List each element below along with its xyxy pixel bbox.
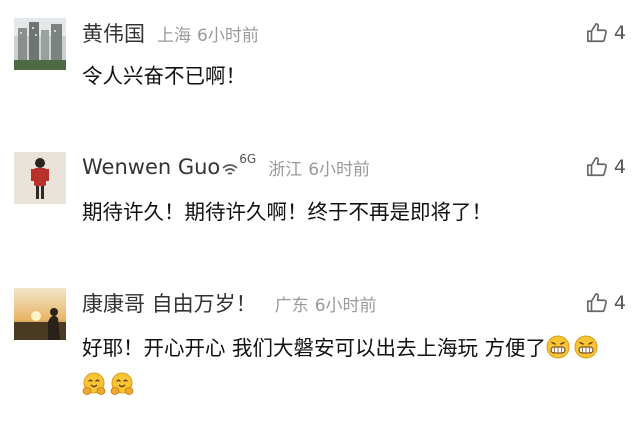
location: 上海	[157, 25, 191, 46]
username[interactable]: Wenwen Guo	[82, 155, 220, 179]
grinning-face-emoji-icon	[546, 334, 570, 359]
comment-meta: 康康哥 自由万岁！ 广东 6小时前	[82, 288, 377, 318]
network-label: 6G	[239, 152, 257, 166]
comment-meta: 黄伟国 上海 6小时前	[82, 18, 259, 48]
comment-text: 期待许久！期待许久啊！终于不再是即将了！	[82, 200, 492, 224]
avatar[interactable]	[14, 288, 66, 340]
like-button[interactable]: 4	[586, 22, 626, 44]
hugging-face-emoji-icon	[82, 371, 106, 395]
comment-text: 好耶！开心开心 我们大磐安可以出去上海玩 方便了	[82, 330, 628, 404]
like-button[interactable]: 4	[586, 292, 626, 314]
wifi-icon	[222, 164, 238, 175]
thumbs-up-icon	[586, 157, 607, 177]
grinning-face-emoji-icon	[574, 334, 598, 359]
network-badge: 6G	[222, 152, 257, 180]
timestamp: 6小时前	[197, 25, 259, 46]
like-button[interactable]: 4	[586, 156, 626, 178]
like-count: 4	[613, 22, 626, 44]
hugging-face-emoji-icon	[110, 371, 134, 395]
like-count: 4	[613, 156, 626, 178]
sunset-silhouette-avatar-icon	[14, 288, 66, 340]
timestamp: 6小时前	[314, 295, 377, 316]
username[interactable]: 黄伟国	[82, 18, 145, 48]
avatar[interactable]	[14, 152, 66, 204]
comment-meta: Wenwen Guo 6G 浙江 6小时前	[82, 152, 370, 182]
timestamp: 6小时前	[308, 159, 371, 180]
comment-text-content: 好耶！开心开心 我们大磐安可以出去上海玩 方便了	[82, 336, 547, 360]
avatar[interactable]	[14, 18, 66, 70]
thumbs-up-icon	[586, 23, 607, 43]
location: 浙江	[268, 159, 303, 180]
comment-text: 令人兴奋不已啊！	[82, 64, 246, 88]
like-count: 4	[613, 292, 626, 314]
username[interactable]: 康康哥 自由万岁！	[82, 288, 257, 318]
person-in-red-coat-avatar-icon	[14, 152, 66, 204]
city-buildings-avatar-icon	[14, 18, 66, 70]
location: 广东	[274, 295, 309, 316]
thumbs-up-icon	[586, 293, 607, 313]
